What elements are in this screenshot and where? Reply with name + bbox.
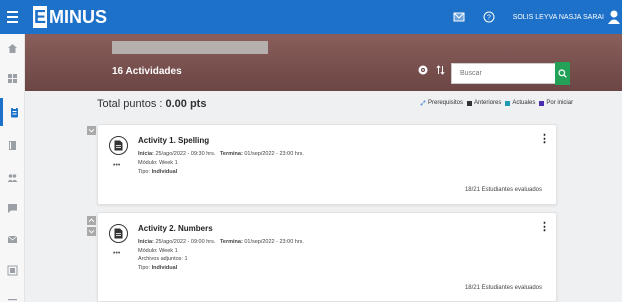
- end-label: Termina:: [219, 239, 243, 245]
- activity-title[interactable]: Activity 2. Numbers: [138, 224, 213, 233]
- end-date: 01/sep/2022 - 23:00 hrs.: [244, 239, 304, 245]
- legend-previous-swatch: [467, 100, 473, 106]
- legend-current-label: Actuales: [512, 100, 536, 106]
- total-points-label: Total puntos :: [97, 98, 166, 110]
- sidebar-item-people[interactable]: [0, 163, 25, 191]
- chevron-down-icon: [88, 128, 95, 133]
- start-date: 25/ago/2022 - 09:00 hrs.: [155, 239, 216, 245]
- start-label: Inicia:: [138, 239, 154, 245]
- top-bar: E MINUS ? SOLIS LEYVA NASJA SARAI: [0, 0, 622, 34]
- end-date: 01/sep/2022 - 23:00 hrs.: [244, 151, 304, 157]
- legend-prereq[interactable]: Prerequisitos: [420, 100, 463, 106]
- mail-icon: [7, 235, 18, 243]
- legend-current: Actuales: [505, 100, 535, 106]
- legend-prereq-label: Prerequisitos: [428, 100, 464, 106]
- link-icon: [420, 100, 426, 106]
- activities-count-title: 16 Actividades: [112, 66, 182, 77]
- total-points: Total puntos : 0.00 pts: [97, 98, 206, 110]
- legend-current-swatch: [505, 100, 511, 106]
- total-points-value: 0.00 pts: [165, 98, 207, 110]
- file-icon: [114, 228, 123, 239]
- search-input[interactable]: [451, 63, 568, 84]
- gradebook-icon: [7, 265, 18, 275]
- activity-card[interactable]: ••• Activity 2. Numbers Inicia: 25/ago/2…: [97, 212, 557, 302]
- banner-tools: [418, 65, 445, 75]
- course-banner: 16 Actividades: [25, 34, 622, 91]
- sidebar-item-mail[interactable]: [0, 225, 25, 253]
- status-legend: Prerequisitos Anteriores Actuales Por in…: [420, 100, 577, 106]
- app-window: { "topbar": { "logo_letter": "E", "logo_…: [0, 0, 622, 302]
- book-icon: [9, 140, 16, 150]
- document-icon: [109, 136, 128, 155]
- activity-module: Módulo: Week 1: [138, 160, 178, 166]
- activity-menu-button[interactable]: ⋮: [539, 132, 550, 145]
- move-up-button[interactable]: [87, 216, 96, 225]
- legend-upcoming-swatch: [539, 100, 545, 106]
- home-icon: [8, 43, 17, 53]
- logo-text: MINUS: [49, 6, 107, 27]
- expand-button[interactable]: [87, 126, 96, 135]
- legend-upcoming-label: Por iniciar: [546, 100, 574, 106]
- type-value: Individual: [151, 265, 178, 271]
- menu-icon[interactable]: [0, 0, 25, 34]
- activity-card[interactable]: ••• Activity 1. Spelling Inicia: 25/ago/…: [97, 124, 557, 205]
- start-date: 25/ago/2022 - 09:30 hrs.: [155, 151, 216, 157]
- chevron-down-icon: [88, 229, 95, 234]
- people-icon: [7, 173, 18, 182]
- sidebar-item-book[interactable]: [0, 131, 25, 159]
- eye-icon[interactable]: [418, 65, 428, 75]
- activity-dates: Inicia: 25/ago/2022 - 09:30 hrs. Termina…: [138, 151, 304, 157]
- user-name[interactable]: SOLIS LEYVA NASJA SARAI: [513, 14, 604, 21]
- course-name-placeholder: [112, 41, 268, 54]
- sidebar-item-dashboard[interactable]: [0, 64, 25, 92]
- search-button[interactable]: [555, 62, 570, 85]
- svg-text:?: ?: [487, 15, 491, 22]
- move-down-button[interactable]: [87, 227, 96, 236]
- type-value: Individual: [151, 169, 178, 175]
- end-label: Termina:: [219, 151, 243, 157]
- activity-module: Módulo: Week 1: [138, 248, 178, 254]
- students-evaluated: 18/21 Estudiantes evaluados: [464, 285, 542, 291]
- search-icon: [558, 69, 567, 78]
- students-evaluated: 18/21 Estudiantes evaluados: [464, 187, 542, 193]
- activities-icon: [10, 107, 18, 117]
- sidebar-item-list[interactable]: [0, 288, 25, 302]
- top-right-tools: ? SOLIS LEYVA NASJA SARAI: [453, 0, 622, 34]
- chat-icon: [8, 203, 17, 213]
- activity-title[interactable]: Activity 1. Spelling: [138, 136, 209, 145]
- file-icon: [114, 140, 123, 151]
- sort-icon[interactable]: [436, 65, 445, 75]
- activity-type: Tipo: Individual: [138, 169, 177, 175]
- activity-menu-button[interactable]: ⋮: [539, 220, 550, 233]
- chevron-up-icon: [88, 218, 95, 223]
- document-icon: [109, 224, 128, 243]
- help-icon[interactable]: ?: [483, 11, 495, 23]
- logo-letter: E: [33, 6, 47, 28]
- list-icon: [8, 298, 17, 302]
- legend-previous: Anteriores: [467, 100, 501, 106]
- start-label: Inicia:: [138, 151, 154, 157]
- sidebar-item-activities[interactable]: [0, 98, 25, 126]
- dashboard-icon: [8, 73, 17, 83]
- type-label: Tipo:: [138, 169, 151, 175]
- sidebar-item-chat[interactable]: [0, 194, 25, 222]
- sidebar: [0, 34, 25, 302]
- activity-dates: Inicia: 25/ago/2022 - 09:00 hrs. Termina…: [138, 239, 304, 245]
- logo[interactable]: E MINUS: [33, 6, 107, 28]
- type-label: Tipo:: [138, 265, 151, 271]
- sidebar-item-gradebook[interactable]: [0, 256, 25, 284]
- sidebar-item-home[interactable]: [0, 34, 25, 62]
- more-dots: •••: [113, 162, 121, 169]
- legend-previous-label: Anteriores: [474, 100, 502, 106]
- more-dots: •••: [113, 250, 121, 257]
- legend-upcoming: Por iniciar: [539, 100, 573, 106]
- activity-attachments[interactable]: Archivos adjuntos: 1: [138, 256, 188, 262]
- mail-icon[interactable]: [453, 11, 465, 23]
- user-icon[interactable]: [608, 10, 620, 24]
- activity-type: Tipo: Individual: [138, 265, 177, 271]
